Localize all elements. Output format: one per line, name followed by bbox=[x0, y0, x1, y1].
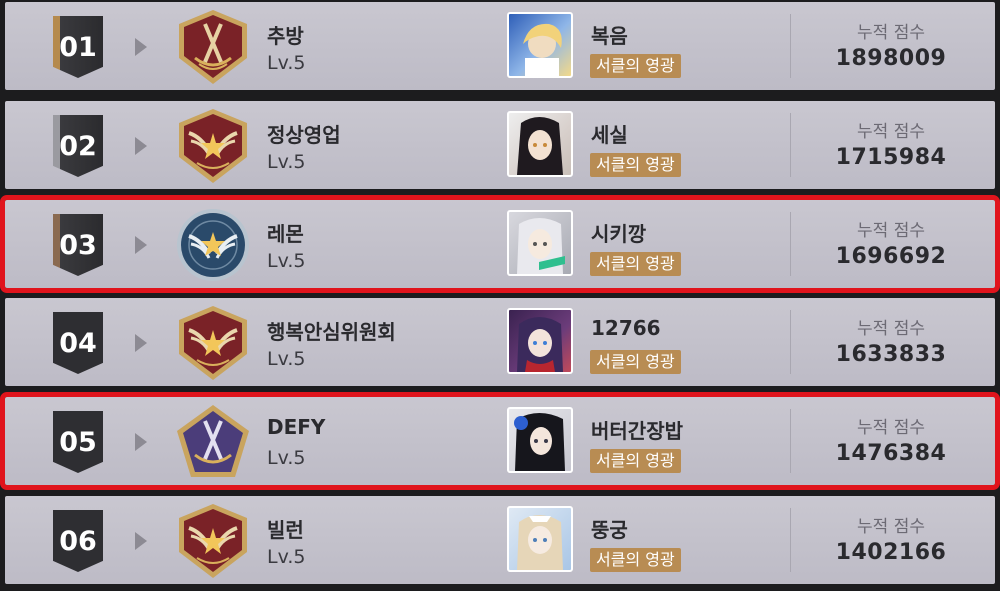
ranking-row-3[interactable]: 03 레몬 Lv.5 시키깡 서클의 영광 누적 점수 1696692 bbox=[0, 195, 1000, 293]
member-avatar[interactable] bbox=[507, 407, 573, 473]
ranking-row-6[interactable]: 06 빌런 Lv.5 뚱궁 서클의 영광 누적 점수 1402166 bbox=[5, 496, 995, 584]
rank-badge: 02 bbox=[53, 115, 103, 177]
sword-pentagon-icon bbox=[177, 405, 249, 477]
wing-shield-icon bbox=[179, 504, 247, 578]
guild-name: 정상영업 bbox=[267, 123, 341, 147]
score-value: 1633833 bbox=[835, 342, 947, 367]
character-portrait-icon bbox=[517, 218, 565, 274]
member-name: 복음 bbox=[591, 24, 628, 48]
guild-level: Lv.5 bbox=[267, 546, 306, 568]
title-badge: 서클의 영광 bbox=[590, 153, 681, 177]
character-portrait-icon bbox=[517, 515, 563, 570]
ranking-row-1[interactable]: 01 추방 Lv.5 복음 서클의 영광 누적 점수 1898009 bbox=[5, 2, 995, 90]
title-badge: 서클의 영광 bbox=[590, 548, 681, 572]
member-avatar[interactable] bbox=[507, 506, 573, 572]
rank-badge: 01 bbox=[53, 16, 103, 78]
member-name: 12766 bbox=[591, 316, 661, 340]
chevron-right-icon[interactable] bbox=[135, 532, 147, 550]
guild-name: 행복안심위원회 bbox=[267, 320, 396, 344]
score-label: 누적 점수 bbox=[857, 23, 925, 43]
score-value: 1898009 bbox=[835, 46, 947, 71]
score-value: 1715984 bbox=[835, 145, 947, 170]
chevron-right-icon[interactable] bbox=[135, 236, 147, 254]
score-label: 누적 점수 bbox=[857, 418, 925, 438]
guild-name: 추방 bbox=[267, 24, 304, 48]
guild-name: 빌런 bbox=[267, 518, 304, 542]
chevron-right-icon[interactable] bbox=[135, 433, 147, 451]
guild-level: Lv.5 bbox=[267, 52, 306, 74]
character-portrait-icon bbox=[514, 413, 565, 471]
chevron-right-icon[interactable] bbox=[135, 334, 147, 352]
member-avatar[interactable] bbox=[507, 111, 573, 177]
rank-badge: 06 bbox=[53, 510, 103, 572]
guild-level: Lv.5 bbox=[267, 250, 306, 272]
wing-shield-icon bbox=[179, 306, 247, 380]
title-badge: 서클의 영광 bbox=[590, 449, 681, 473]
score-value: 1696692 bbox=[835, 244, 947, 269]
score-value: 1402166 bbox=[835, 540, 947, 565]
score-label: 누적 점수 bbox=[857, 122, 925, 142]
title-badge: 서클의 영광 bbox=[590, 252, 681, 276]
ranking-list: 01 추방 Lv.5 복음 서클의 영광 누적 점수 1898009 02 정상… bbox=[0, 0, 1000, 591]
character-portrait-icon bbox=[523, 23, 562, 76]
rank-badge: 03 bbox=[53, 214, 103, 276]
guild-name: 레몬 bbox=[267, 222, 304, 246]
rank-badge: 05 bbox=[53, 411, 103, 473]
score-label: 누적 점수 bbox=[857, 517, 925, 537]
sword-shield-icon bbox=[179, 10, 247, 84]
ranking-row-5[interactable]: 05 DEFY Lv.5 버터간장밥 서클의 영광 누적 점수 1476384 bbox=[0, 392, 1000, 490]
wing-badge-icon bbox=[177, 209, 249, 281]
member-avatar[interactable] bbox=[507, 308, 573, 374]
guild-level: Lv.5 bbox=[267, 151, 306, 173]
member-avatar[interactable] bbox=[507, 12, 573, 78]
guild-name: DEFY bbox=[267, 415, 326, 439]
guild-level: Lv.5 bbox=[267, 348, 306, 370]
member-name: 뚱궁 bbox=[591, 518, 628, 542]
member-name: 버터간장밥 bbox=[591, 419, 683, 443]
chevron-right-icon[interactable] bbox=[135, 38, 147, 56]
score-value: 1476384 bbox=[835, 441, 947, 466]
character-portrait-icon bbox=[517, 317, 563, 372]
score-label: 누적 점수 bbox=[857, 319, 925, 339]
chevron-right-icon[interactable] bbox=[135, 137, 147, 155]
ranking-row-4[interactable]: 04 행복안심위원회 Lv.5 12766 서클의 영광 누적 점수 16338… bbox=[5, 298, 995, 386]
score-label: 누적 점수 bbox=[857, 221, 925, 241]
rank-badge: 04 bbox=[53, 312, 103, 374]
member-name: 세실 bbox=[591, 123, 628, 147]
member-name: 시키깡 bbox=[591, 222, 647, 246]
character-portrait-icon bbox=[517, 117, 563, 175]
member-avatar[interactable] bbox=[507, 210, 573, 276]
title-badge: 서클의 영광 bbox=[590, 350, 681, 374]
guild-level: Lv.5 bbox=[267, 447, 306, 469]
wing-shield-icon bbox=[179, 109, 247, 183]
ranking-row-2[interactable]: 02 정상영업 Lv.5 세실 서클의 영광 누적 점수 1715984 bbox=[5, 101, 995, 189]
title-badge: 서클의 영광 bbox=[590, 54, 681, 78]
